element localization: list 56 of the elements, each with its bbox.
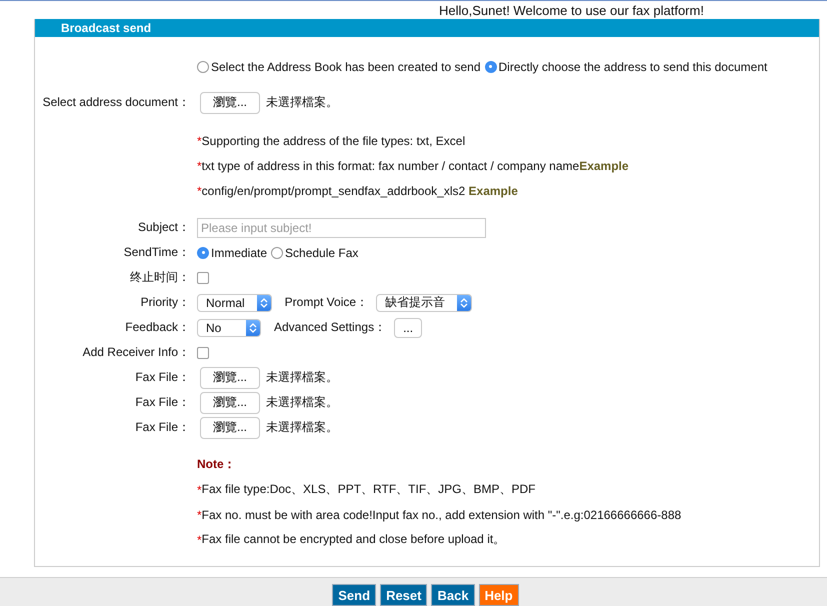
field-label: Subject： [138,220,190,234]
radio-button[interactable] [484,60,497,72]
field-label: Feedback： [125,320,190,334]
radio-label: Directly choose the address to send this document [498,60,768,74]
field-label: Fax File： [135,370,190,384]
required-mark: * [197,184,202,198]
file-status-text: 未選擇檔案。 [266,369,338,386]
note-text: Fax file type:Doc、XLS、PPT、RTF、TIF、JPG、BMP、PDF [202,481,536,498]
field-label: Prompt Voice： [284,294,368,311]
radio-button[interactable] [197,60,209,72]
required-mark: * [197,532,202,546]
radio-button[interactable] [197,246,209,258]
required-mark: * [197,482,202,496]
dropdown[interactable]: 缺省提示音 [376,294,472,312]
checkbox[interactable] [197,346,209,358]
note-text: txt type of address in this format: fax number / contact / company nameExample [202,158,629,172]
panel-title: Broadcast send [35,19,819,37]
action-button[interactable]: Back [431,584,475,606]
dropdown[interactable]: No [197,318,261,336]
browse-button[interactable]: 瀏覽... [200,92,260,114]
required-mark: * [197,134,202,148]
required-mark: * [197,508,202,522]
stepper-icon [249,322,257,334]
file-status-text: 未選擇檔案。 [266,94,338,111]
radio-label: Immediate [211,246,268,260]
note-heading: Note： [197,456,236,473]
radio-label: Select the Address Book has been created to send [211,60,481,74]
field-label: 终止时间： [130,270,190,284]
browse-button[interactable]: 瀏覽... [200,366,260,388]
greeting-text: Hello,Sunet! Welcome to use our fax platform! [439,2,704,18]
note-text: Fax file cannot be encrypted and close before upload it。 [202,531,506,548]
subject-field[interactable]: Please input subject! [197,218,486,238]
note-text: Fax no. must be with area code!Input fax no., add extension with "-".e.g:02166666666-888 [202,508,682,522]
required-mark: * [197,158,202,172]
field-label: Fax File： [135,420,190,434]
radio-label: Schedule Fax [285,246,358,260]
checkbox[interactable] [197,272,209,284]
field-label: Add Receiver Info： [82,345,190,359]
note-text: config/en/prompt/prompt_sendfax_addrbook_xls2 Example [202,184,518,198]
dropdown[interactable]: Normal [197,294,272,312]
browse-button[interactable]: 瀏覽... [200,416,260,438]
field-label: Select address document： [42,95,190,109]
file-status-text: 未選擇檔案。 [266,394,338,411]
stepper-icon [260,296,268,308]
field-label: Advanced Settings： [274,319,386,336]
stepper-icon [460,296,468,308]
field-label: SendTime： [124,245,190,259]
radio-button[interactable] [271,246,284,258]
note-text: Supporting the address of the file types: txt, Excel [202,134,466,148]
settings-button[interactable]: ... [394,318,422,338]
browse-button[interactable]: 瀏覽... [200,392,260,414]
field-label: Fax File： [135,395,190,409]
field-label: Priority： [140,295,190,309]
action-button[interactable]: Send [332,584,376,606]
action-button[interactable]: Reset [380,584,428,606]
file-status-text: 未選擇檔案。 [266,419,338,436]
